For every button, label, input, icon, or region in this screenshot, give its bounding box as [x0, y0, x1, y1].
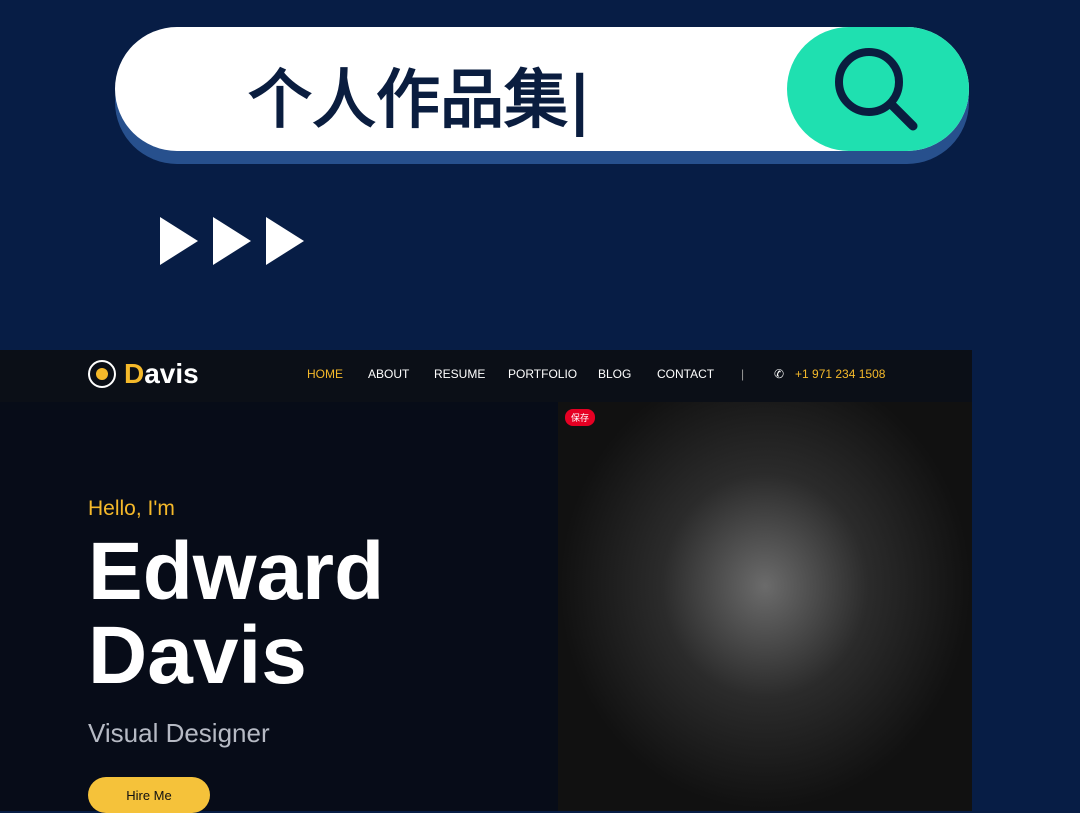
portrait-photo	[558, 402, 972, 811]
nav-blog[interactable]: BLOG	[598, 367, 631, 381]
logo-text: avis	[144, 358, 199, 389]
logo-icon	[88, 360, 116, 388]
nav-contact[interactable]: CONTACT	[657, 367, 714, 381]
play-arrow-icon	[160, 217, 198, 265]
name-line1: Edward	[88, 526, 385, 617]
nav-home[interactable]: HOME	[307, 367, 343, 381]
play-arrow-icon	[213, 217, 251, 265]
logo-initial: D	[124, 358, 145, 389]
role: Visual Designer	[88, 718, 270, 748]
hero-name: Edward Davis	[88, 530, 384, 698]
navbar: Davis HOME ABOUT RESUME PORTFOLIO BLOG C…	[0, 350, 972, 402]
hire-me-button[interactable]: Hire Me	[88, 777, 210, 813]
nav-about[interactable]: ABOUT	[368, 367, 409, 381]
phone-number[interactable]: +1 971 234 1508	[795, 367, 885, 381]
greeting: Hello, I'm	[88, 497, 175, 520]
name-line2: Davis	[88, 610, 307, 701]
phone-icon: ✆	[774, 367, 785, 381]
play-arrow-icon	[266, 217, 304, 265]
search-bar[interactable]: 个人作品集|	[115, 27, 969, 151]
search-input[interactable]: 个人作品集|	[248, 49, 591, 141]
nav-portfolio[interactable]: PORTFOLIO	[508, 367, 577, 381]
pinterest-save-button[interactable]: 保存	[565, 409, 596, 426]
nav-resume[interactable]: RESUME	[434, 367, 485, 381]
nav-separator: |	[741, 367, 745, 381]
search-button[interactable]	[787, 27, 969, 151]
search-icon	[835, 48, 918, 131]
logo[interactable]: Davis	[88, 358, 199, 390]
